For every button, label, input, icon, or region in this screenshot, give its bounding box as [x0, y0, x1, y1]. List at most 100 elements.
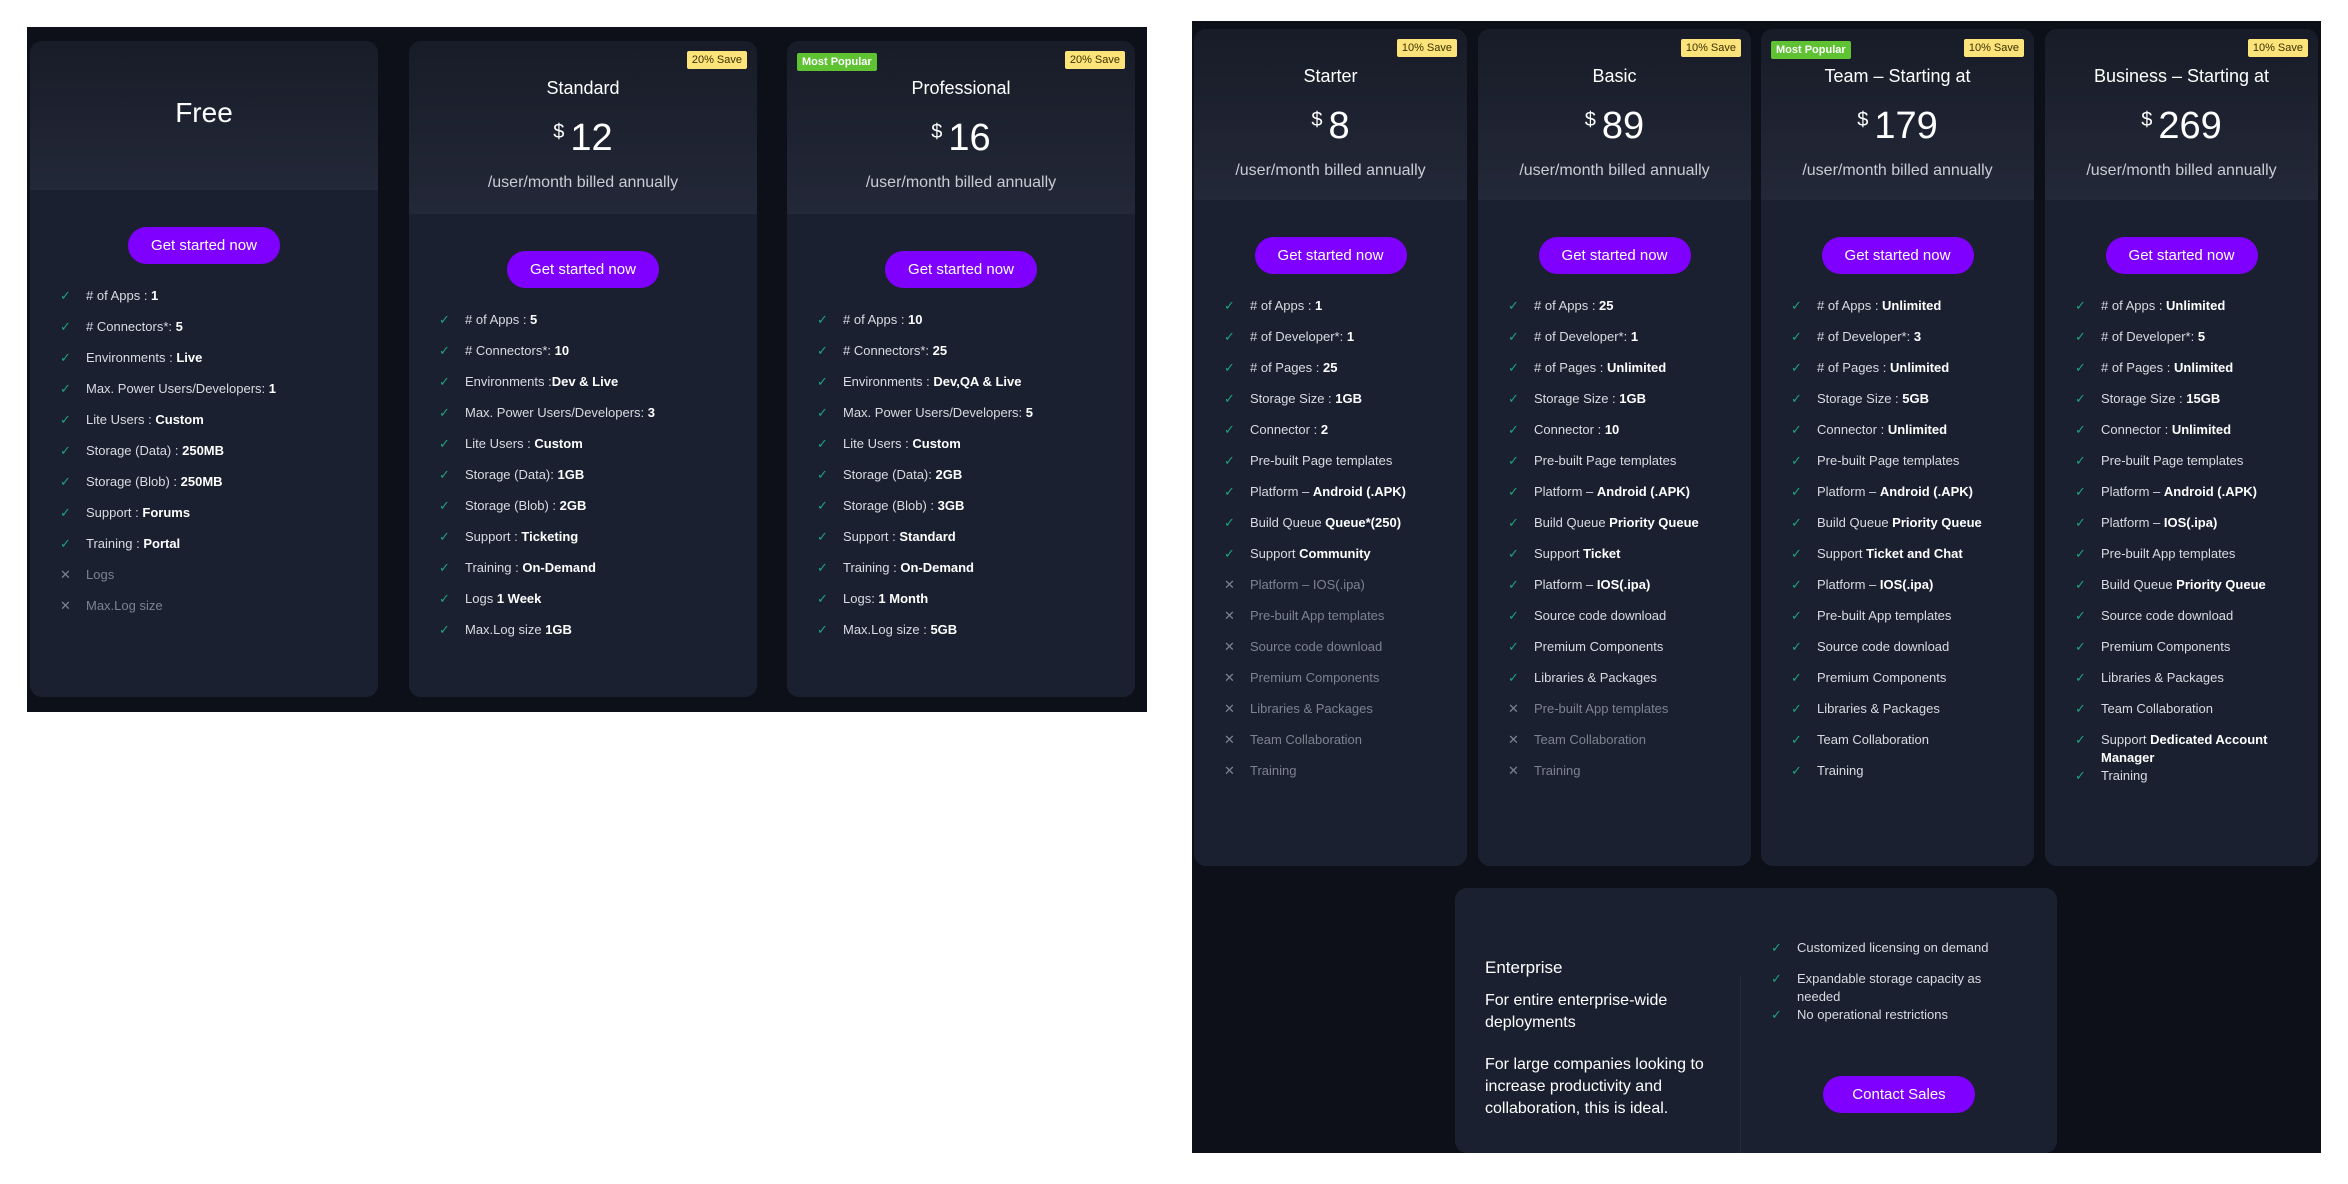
get-started-button[interactable]: Get started now [128, 227, 280, 264]
feature-label: Platform – IOS(.ipa) [1250, 577, 1365, 592]
feature-label: Max. Power Users/Developers: [465, 405, 648, 420]
check-icon: ✓ [1771, 971, 1782, 986]
feature-text: Platform – IOS(.ipa) [1534, 576, 1650, 594]
feature-text: Pre-built App templates [1534, 700, 1668, 718]
check-icon: ✓ [439, 312, 450, 327]
get-started-button[interactable]: Get started now [1538, 237, 1691, 274]
check-icon: ✓ [439, 591, 450, 606]
feature-item: ✓ # Connectors*: 5 [60, 318, 370, 349]
feature-value: 10 [908, 312, 923, 327]
check-icon: ✓ [1224, 515, 1235, 530]
feature-text: Storage Size : 15GB [2101, 390, 2220, 408]
feature-text: Support Ticket [1534, 545, 1621, 563]
feature-value: 250MB [180, 474, 223, 489]
feature-value: Android (.APK) [1312, 484, 1407, 499]
feature-item: ✓ Lite Users : Custom [439, 435, 749, 466]
feature-value: Custom [912, 436, 961, 451]
check-icon: ✓ [439, 622, 450, 637]
contact-sales-button[interactable]: Contact Sales [1823, 1076, 1975, 1113]
feature-text: Storage Size : 5GB [1817, 390, 1929, 408]
plan-title: Free [175, 97, 233, 128]
feature-label: Training : [86, 536, 144, 551]
feature-value: Unlimited [1890, 360, 1950, 375]
get-started-button[interactable]: Get started now [885, 251, 1037, 288]
feature-value: Priority Queue [1609, 515, 1699, 530]
feature-item: ✓ Build Queue Priority Queue [2075, 576, 2310, 607]
feature-label: Platform – [1817, 484, 1880, 499]
feature-label: Build Queue [1250, 515, 1326, 530]
plan-title: Business – Starting at [2093, 66, 2270, 86]
feature-list: ✓ # of Apps : 5 ✓ # Connectors*: 10 ✓ Environ… [439, 311, 749, 652]
feature-text: Max. Power Users/Developers: 5 [843, 404, 1033, 422]
feature-label: Libraries & Packages [1250, 701, 1373, 716]
feature-item: ✓ Support : Ticketing [439, 528, 749, 559]
feature-item: ✓ Logs: 1 Month [817, 590, 1127, 621]
plan-price: $179 [1761, 105, 2034, 148]
feature-text: # of Developer*: 5 [2101, 328, 2205, 346]
save-badge: 10% Save [1680, 39, 1741, 57]
feature-value: Unlimited [2174, 360, 2234, 375]
check-icon: ✓ [1771, 1007, 1782, 1022]
x-icon: ✕ [60, 598, 71, 613]
feature-label: # Connectors*: [465, 343, 555, 358]
feature-value: 5 [175, 319, 183, 334]
feature-item: ✓ Storage (Blob) : 250MB [60, 473, 370, 504]
feature-item: ✓ Max. Power Users/Developers: 1 [60, 380, 370, 411]
check-icon: ✓ [439, 560, 450, 575]
feature-item: ✓ Pre-built Page templates [1224, 452, 1459, 483]
feature-item: ✓ Source code download [1508, 607, 1743, 638]
feature-label: Storage Size : [1817, 391, 1903, 406]
feature-text: Max.Log size : 5GB [843, 621, 957, 639]
feature-text: # Connectors*: 25 [843, 342, 947, 360]
get-started-button[interactable]: Get started now [1254, 237, 1407, 274]
check-icon: ✓ [1224, 391, 1235, 406]
price-amount: 89 [1601, 105, 1645, 147]
feature-text: # of Pages : Unlimited [2101, 359, 2233, 377]
feature-value: Portal [143, 536, 181, 551]
get-started-button[interactable]: Get started now [507, 251, 659, 288]
feature-item: ✓ # of Developer*: 5 [2075, 328, 2310, 359]
currency-symbol: $ [931, 121, 943, 143]
feature-text: Environments : Live [86, 349, 202, 367]
check-icon: ✓ [60, 412, 71, 427]
feature-label: Source code download [2101, 608, 2234, 623]
plan-card-starter: 10% Save Starter $8/user/month billed annu… [1194, 29, 1467, 866]
feature-item: ✓ Libraries & Packages [1508, 669, 1743, 700]
currency-symbol: $ [2141, 109, 2153, 131]
most-popular-badge: Most Popular [797, 53, 877, 71]
save-badge: 10% Save [1963, 39, 2024, 57]
feature-value: 10 [554, 343, 570, 358]
feature-item: ✓ Connector : 2 [1224, 421, 1459, 452]
feature-item: ✕ Source code download [1224, 638, 1459, 669]
feature-text: Pre-built App templates [1250, 607, 1384, 625]
check-icon: ✓ [2075, 484, 2086, 499]
feature-value: 1GB [1335, 391, 1363, 406]
plan-header: Most Popular 10% Save Team – Starting at $1… [1761, 29, 2034, 200]
check-icon: ✓ [1224, 484, 1235, 499]
feature-text: Platform – Android (.APK) [2101, 483, 2257, 501]
feature-label: Support [1534, 546, 1584, 561]
get-started-button[interactable]: Get started now [2105, 237, 2258, 274]
feature-text: Max. Power Users/Developers: 1 [86, 380, 276, 398]
feature-label: Max.Log size [465, 622, 546, 637]
feature-text: Expandable storage capacity as needed [1797, 970, 2021, 1006]
plan-header: 10% Save Starter $8/user/month billed annu… [1194, 29, 1467, 200]
feature-label: # Connectors*: [86, 319, 176, 334]
feature-label: # of Apps : [1250, 298, 1316, 313]
feature-value: 1 [1630, 329, 1639, 344]
feature-label: Libraries & Packages [2101, 670, 2224, 685]
feature-label: Pre-built App templates [2101, 546, 2236, 561]
feature-text: Support Ticket and Chat [1817, 545, 1963, 563]
feature-label: Connector : [1817, 422, 1888, 437]
feature-item: ✓ # of Apps : Unlimited [2075, 297, 2310, 328]
feature-text: # of Apps : 10 [843, 311, 923, 329]
feature-text: Libraries & Packages [1250, 700, 1373, 718]
feature-value: Unlimited [2166, 298, 2226, 313]
feature-text: Libraries & Packages [1534, 669, 1657, 687]
feature-label: Team Collaboration [1817, 732, 1930, 747]
feature-text: Build Queue Priority Queue [1534, 514, 1699, 532]
feature-item: ✓ Training : On-Demand [439, 559, 749, 590]
get-started-button[interactable]: Get started now [1821, 237, 1974, 274]
feature-text: Pre-built App templates [2101, 545, 2235, 563]
check-icon: ✓ [1791, 391, 1802, 406]
